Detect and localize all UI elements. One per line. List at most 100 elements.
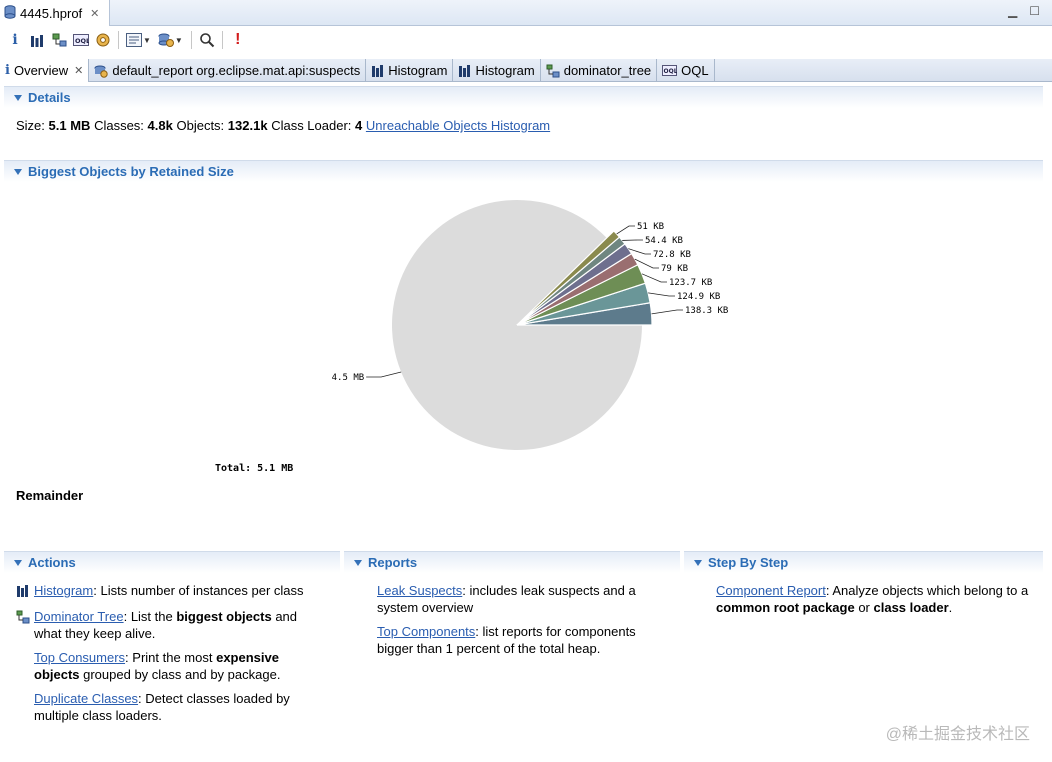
component-report-link[interactable]: Component Report [716,583,826,598]
toolbar: i OQL ▼ ▼ ! [0,27,1052,53]
unreachable-objects-link[interactable]: Unreachable Objects Histogram [366,118,550,133]
dominator-tree-icon[interactable] [48,29,70,51]
svg-text:OQL: OQL [75,37,89,45]
step-by-step-header[interactable]: Step By Step [684,551,1043,573]
details-summary: Size: 5.1 MB Classes: 4.8k Objects: 132.… [16,118,550,133]
item-description: . [948,600,953,615]
pie-slice-label: 123.7 KB [669,278,712,288]
collapse-triangle-icon [14,94,22,101]
editor-tab-bar: 4445.hprof ✕ ▁ ☐ [0,0,1052,26]
reports-section: Reports Leak Suspects: includes leak sus… [344,551,680,657]
toolbar-separator [221,31,223,49]
toolbar-separator [190,31,192,49]
oql-icon[interactable]: OQL [70,29,92,51]
item-description: : Analyze objects which belong to a [825,583,1029,598]
leak-suspects-link[interactable]: Leak Suspects [377,583,462,598]
collapse-triangle-icon [14,559,22,566]
pie-slice-label: 4.5 MB [332,373,365,383]
histogram-icon [16,582,34,601]
item-emphasis: biggest objects [176,609,272,624]
reports-icon [94,64,109,78]
step-by-step-title: Step By Step [708,555,789,570]
minimize-icon[interactable]: ▁ [1008,4,1017,18]
duplicate-classes-link[interactable]: Duplicate Classes [34,691,138,706]
pie-total-label: Total: 5.1 MB [215,463,293,474]
histogram-icon [371,64,384,77]
pie-leader-line [641,273,667,283]
heap-dump-overview-icon[interactable] [92,29,114,51]
chevron-down-icon[interactable]: ▼ [143,36,151,45]
list-item: Leak Suspects: includes leak suspects an… [377,582,654,616]
collapse-triangle-icon [14,168,22,175]
classes-value: 4.8k [147,118,173,133]
tab-overview[interactable]: i Overview ✕ [0,59,90,82]
tab-histogram[interactable]: Histogram [453,59,541,82]
editor-tab-hprof[interactable]: 4445.hprof ✕ [0,0,110,26]
item-description: grouped by class and by package. [79,667,281,682]
list-item: Duplicate Classes: Detect classes loaded… [16,690,320,724]
list-item: Component Report: Analyze objects which … [716,582,1029,616]
histogram-icon[interactable] [26,29,48,51]
info-icon: i [5,63,10,78]
biggest-objects-title: Biggest Objects by Retained Size [28,164,234,179]
pie-slice-label: 138.3 KB [685,306,728,316]
oql-icon: OQL [662,64,678,77]
view-tab-bar: i Overview ✕ default_report org.eclipse.… [0,59,1052,82]
tab-label: OQL [681,63,709,78]
close-icon[interactable]: ✕ [90,7,99,20]
tab-dominator-tree[interactable]: dominator_tree [541,59,658,82]
top-consumers-link[interactable]: Top Consumers [34,650,125,665]
search-icon[interactable] [196,29,218,51]
pie-slice-label: 79 KB [661,264,688,274]
histogram-link[interactable]: Histogram [34,583,93,598]
item-emphasis: class loader [873,600,949,615]
tab-label: Overview [13,63,69,78]
tab-label: dominator_tree [563,63,652,78]
tab-label: default_report org.eclipse.mat.api:suspe… [112,63,361,78]
heap-dump-icon [4,4,16,22]
list-item: Histogram: Lists number of instances per… [16,582,320,601]
classes-label: Classes: [94,118,144,133]
reports-icon[interactable] [155,29,177,51]
dominator-tree-link[interactable]: Dominator Tree [34,609,124,624]
tab-label: Histogram [388,63,448,78]
tab-default-report[interactable]: default_report org.eclipse.mat.api:suspe… [89,59,367,82]
list-item: Top Components: list reports for compone… [377,623,654,657]
biggest-objects-header[interactable]: Biggest Objects by Retained Size [4,160,1043,182]
tab-oql[interactable]: OQL OQL [657,59,715,82]
item-description: : Lists number of instances per class [93,583,304,598]
pie-leader-line [648,292,675,297]
mat-window: 4445.hprof ✕ ▁ ☐ i OQL ▼ ▼ ! i Overview … [0,0,1052,762]
maximize-icon[interactable]: ☐ [1029,4,1040,18]
item-emphasis: common root package [716,600,855,615]
step-by-step-section: Step By Step Component Report: Analyze o… [684,551,1043,616]
pie-slice-label: 72.8 KB [653,250,691,260]
pie-slice-label: 124.9 KB [677,292,720,302]
item-description: or [854,600,874,615]
objects-label: Objects: [176,118,225,133]
tab-label: Histogram [475,63,535,78]
pie-slice-label: 51 KB [637,222,664,232]
dominator-tree-icon [16,608,34,642]
close-icon[interactable]: ✕ [74,64,83,77]
toolbar-separator [118,31,119,49]
svg-text:OQL: OQL [664,68,678,75]
query-browser-icon[interactable] [123,29,145,51]
actions-header[interactable]: Actions [4,551,340,573]
tab-histogram[interactable]: Histogram [366,59,454,82]
chevron-down-icon[interactable]: ▼ [175,36,183,45]
pie-leader-line [366,371,402,378]
info-icon[interactable]: i [4,29,26,51]
item-description: : List the [123,609,177,624]
top-components-link[interactable]: Top Components [377,624,475,639]
item-description: : Print the most [125,650,217,665]
reports-header[interactable]: Reports [344,551,680,573]
window-controls: ▁ ☐ [1008,4,1040,18]
details-header[interactable]: Details [4,86,1043,108]
class-loader-label: Class Loader: [271,118,352,133]
class-loader-value: 4 [355,118,363,133]
size-value: 5.1 MB [48,118,91,133]
actions-title: Actions [28,555,76,570]
details-title: Details [28,90,71,105]
stop-icon[interactable]: ! [227,29,249,51]
